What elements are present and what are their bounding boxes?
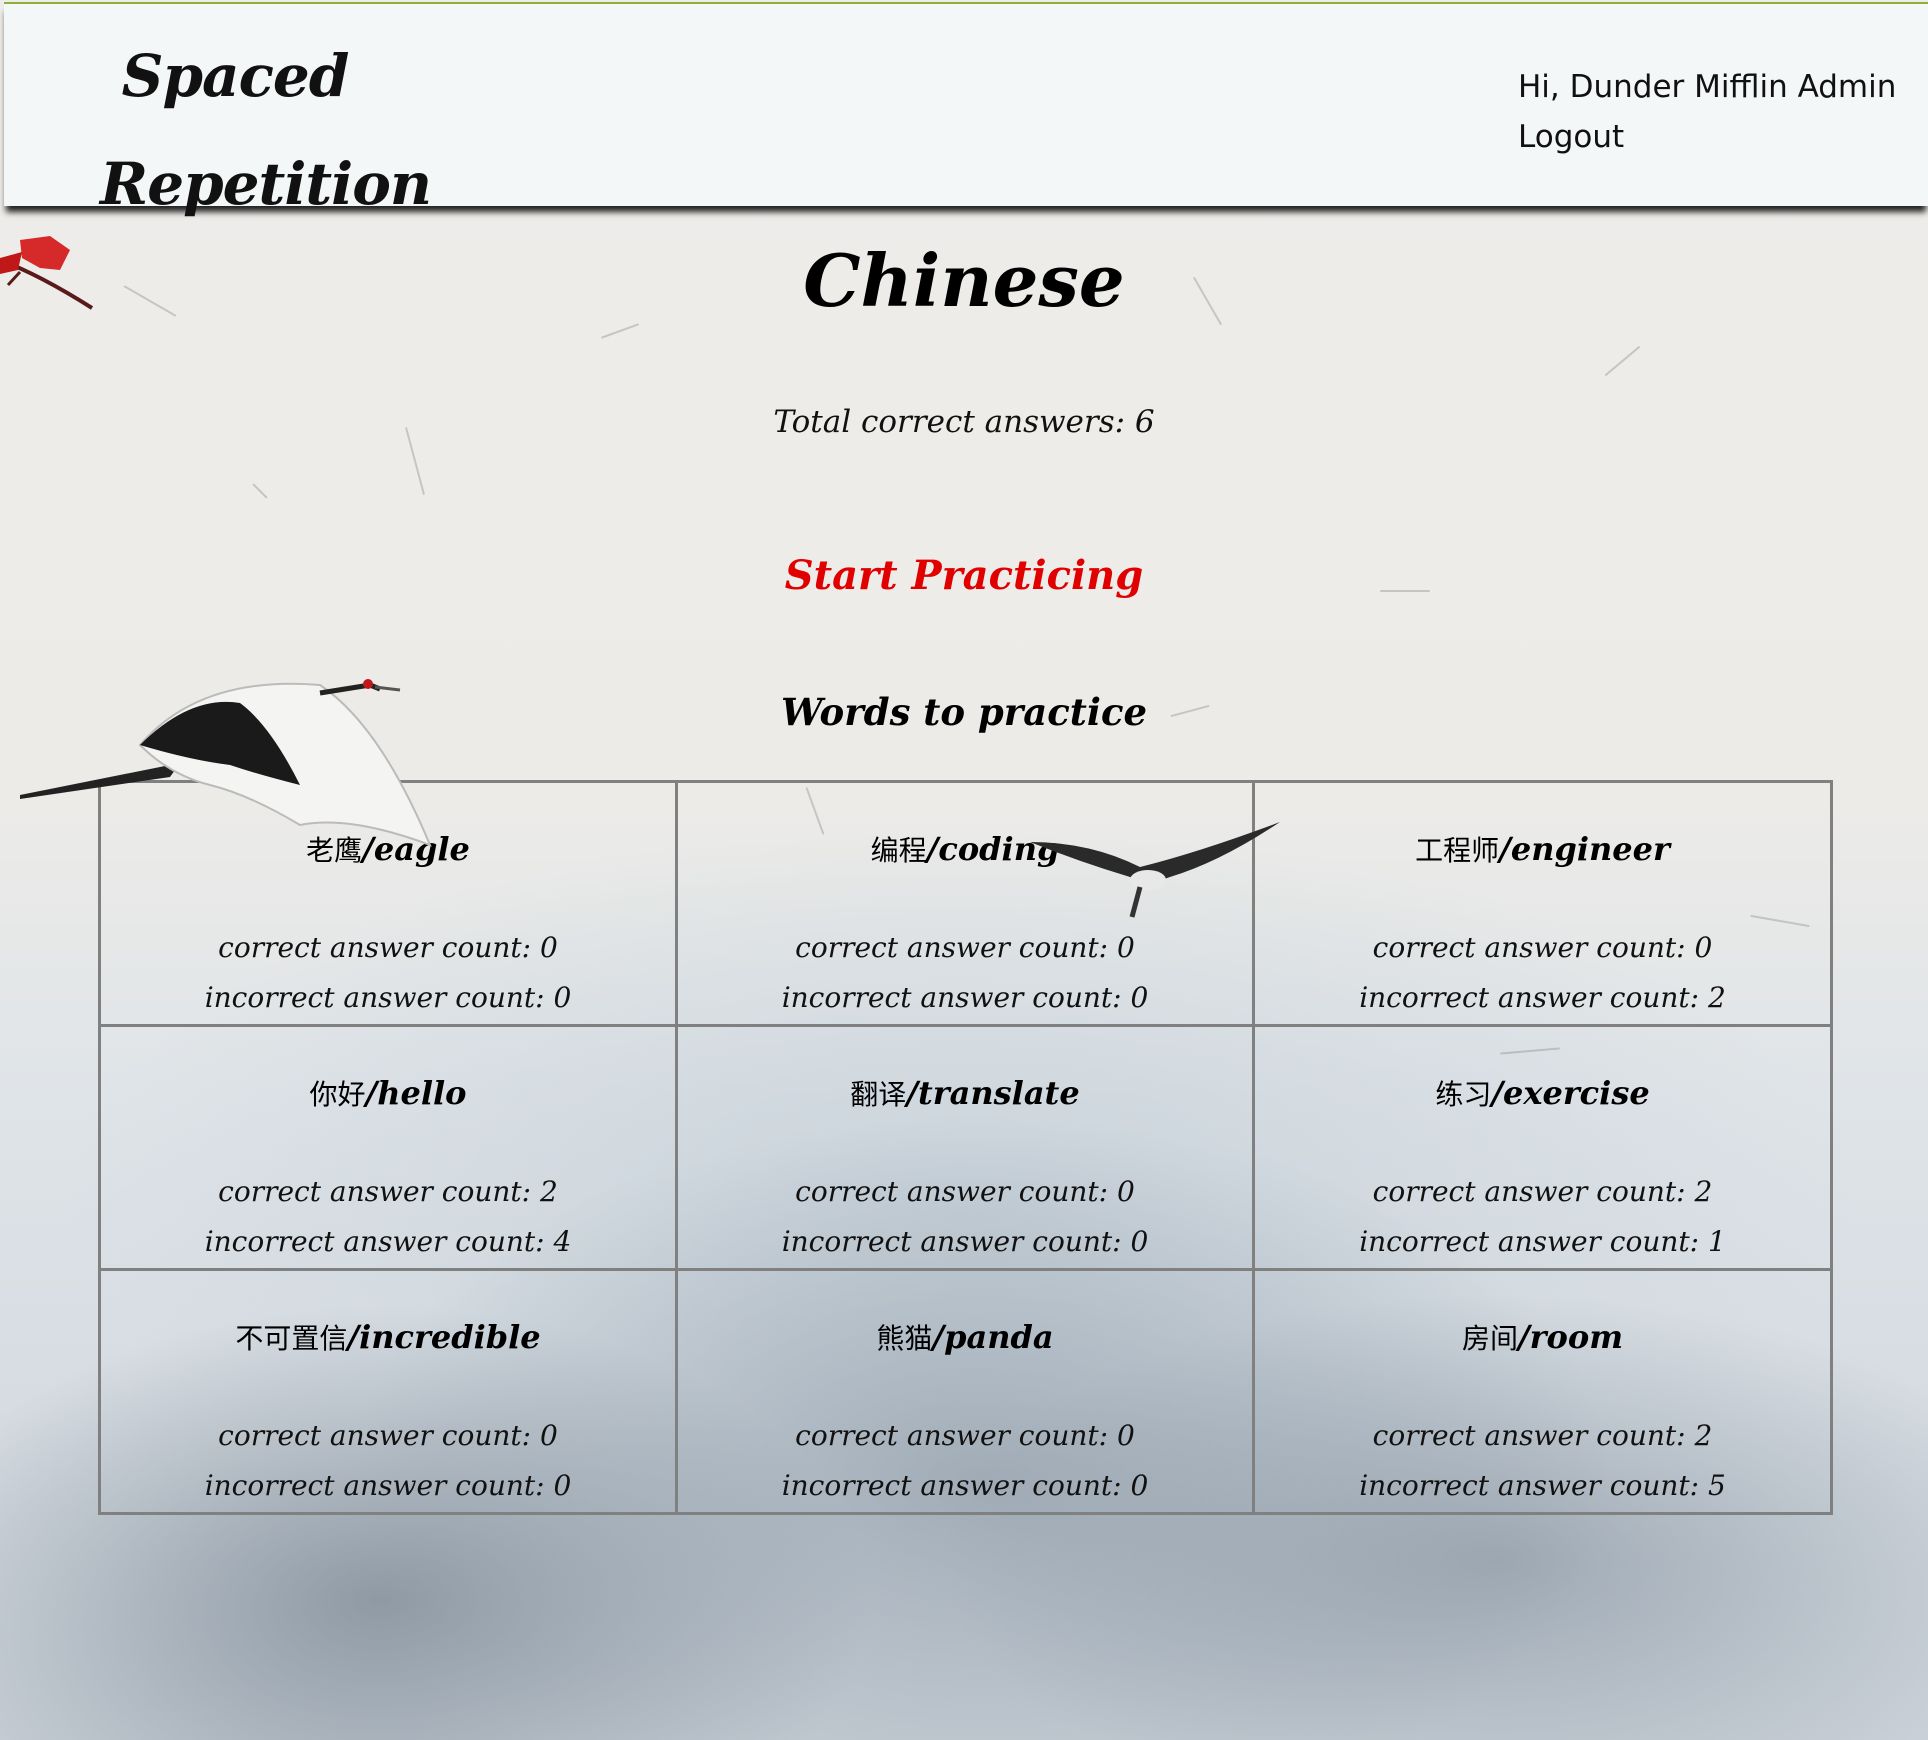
- word-card: 练习/exercise correct answer count: 2 inco…: [1252, 1024, 1833, 1271]
- word-chinese: 翻译: [850, 1078, 907, 1111]
- incorrect-count: incorrect answer count: 1: [1359, 1225, 1726, 1258]
- correct-count: correct answer count: 0: [218, 1419, 558, 1452]
- language-title: Chinese: [803, 238, 1125, 323]
- correct-count: correct answer count: 2: [1372, 1419, 1713, 1452]
- correct-count: correct answer count: 0: [795, 931, 1135, 964]
- correct-count: correct answer count: 0: [1372, 931, 1713, 964]
- word-title: 熊猫/panda: [678, 1317, 1252, 1357]
- word-chinese: 工程师: [1415, 834, 1500, 867]
- word-title: 房间/room: [1255, 1317, 1830, 1357]
- correct-count: correct answer count: 2: [1372, 1175, 1713, 1208]
- word-card: 不可置信/incredible correct answer count: 0 …: [98, 1268, 678, 1515]
- word-english: /incredible: [347, 1318, 541, 1356]
- incorrect-count: incorrect answer count: 0: [204, 981, 572, 1014]
- incorrect-count: incorrect answer count: 0: [781, 1469, 1149, 1502]
- word-chinese: 熊猫: [876, 1322, 933, 1355]
- word-title: 工程师/engineer: [1255, 829, 1830, 869]
- word-english: /hello: [365, 1074, 467, 1112]
- logo-line-1: Spaced: [121, 42, 350, 110]
- logout-link[interactable]: Logout: [1518, 112, 1896, 162]
- word-chinese: 编程: [870, 834, 927, 867]
- word-card: 工程师/engineer correct answer count: 0 inc…: [1252, 780, 1833, 1027]
- word-card: 你好/hello correct answer count: 2 incorre…: [98, 1024, 678, 1271]
- start-practicing-container: Start Practicing: [0, 552, 1928, 599]
- word-chinese: 房间: [1461, 1322, 1518, 1355]
- incorrect-count: incorrect answer count: 2: [1359, 981, 1726, 1014]
- seagull-bird-icon: [1030, 822, 1280, 918]
- incorrect-count: incorrect answer count: 4: [204, 1225, 572, 1258]
- correct-count: correct answer count: 2: [218, 1175, 558, 1208]
- word-title: 练习/exercise: [1255, 1073, 1830, 1113]
- correct-count: correct answer count: 0: [795, 1175, 1135, 1208]
- top-navbar: Spaced Repetition Hi, Dunder Mifflin Adm…: [4, 2, 1928, 218]
- correct-count: correct answer count: 0: [218, 931, 558, 964]
- app-logo[interactable]: Spaced Repetition: [100, 22, 432, 238]
- word-chinese: 不可置信: [235, 1322, 348, 1355]
- incorrect-count: incorrect answer count: 0: [781, 981, 1149, 1014]
- total-correct-answers: Total correct answers: 6: [773, 404, 1155, 440]
- incorrect-count: incorrect answer count: 0: [781, 1225, 1149, 1258]
- word-english: /exercise: [1491, 1074, 1650, 1112]
- word-english: /translate: [906, 1074, 1080, 1112]
- incorrect-count: incorrect answer count: 5: [1359, 1469, 1726, 1502]
- word-english: /panda: [932, 1318, 1054, 1356]
- start-practicing-link[interactable]: Start Practicing: [785, 552, 1143, 599]
- word-english: /room: [1517, 1318, 1624, 1356]
- word-grid: 老鹰/eagle correct answer count: 0 incorre…: [98, 780, 1833, 1515]
- logo-line-2: Repetition: [100, 150, 432, 218]
- word-chinese: 你好: [309, 1078, 366, 1111]
- word-english: /engineer: [1499, 830, 1670, 868]
- user-menu: Hi, Dunder Mifflin Admin Logout: [1518, 62, 1896, 162]
- word-card: 熊猫/panda correct answer count: 0 incorre…: [675, 1268, 1255, 1515]
- word-card: 房间/room correct answer count: 2 incorrec…: [1252, 1268, 1833, 1515]
- user-greeting: Hi, Dunder Mifflin Admin: [1518, 69, 1897, 105]
- word-title: 翻译/translate: [678, 1073, 1252, 1113]
- word-card: 翻译/translate correct answer count: 0 inc…: [675, 1024, 1255, 1271]
- word-chinese: 练习: [1435, 1078, 1492, 1111]
- word-title: 不可置信/incredible: [101, 1317, 675, 1357]
- incorrect-count: incorrect answer count: 0: [204, 1469, 572, 1502]
- correct-count: correct answer count: 0: [795, 1419, 1135, 1452]
- crane-bird-icon: [20, 679, 432, 847]
- word-title: 你好/hello: [101, 1073, 675, 1113]
